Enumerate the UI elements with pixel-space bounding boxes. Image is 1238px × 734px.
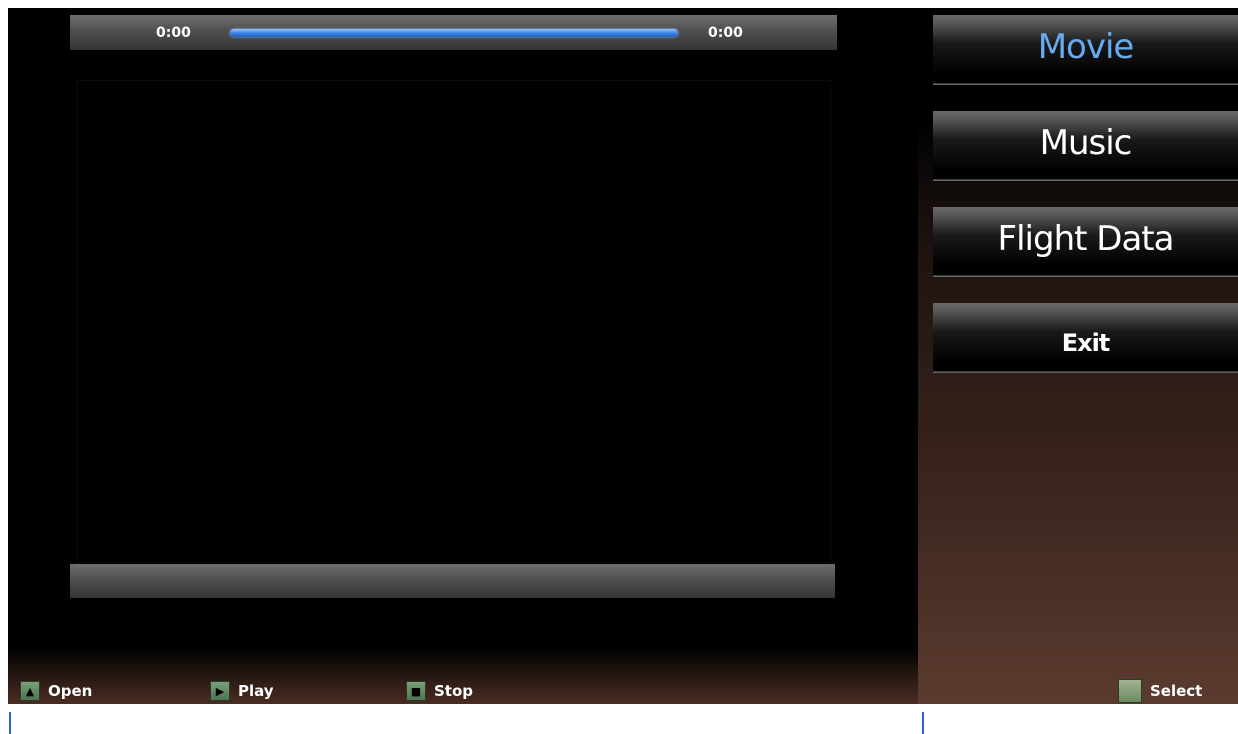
stop-icon: ■ [406,681,426,701]
menu-label-movie: Movie [1037,27,1135,67]
play-hint[interactable]: ▶ Play [210,678,274,704]
transport-bar: 0:00 0:00 [70,15,837,50]
triangle-up-icon: ▲ [20,681,40,701]
menu-button-movie[interactable]: Movie [933,15,1238,85]
stop-label: Stop [434,682,474,700]
play-icon: ▶ [210,681,230,701]
elapsed-time: 0:00 [156,25,191,41]
play-label: Play [238,682,274,700]
select-hint[interactable]: Select [1118,678,1202,704]
menu-button-flight-data[interactable]: Flight Data [933,207,1238,277]
menu-label-music: Music [1039,123,1133,163]
menu-button-music[interactable]: Music [933,111,1238,181]
open-hint[interactable]: ▲ Open [20,678,92,704]
stop-hint[interactable]: ■ Stop [406,678,473,704]
open-label: Open [48,682,93,700]
divider-mark-right [922,712,924,734]
menu-label-exit: Exit [1061,329,1111,357]
status-bar [70,564,835,598]
menu-button-exit[interactable]: Exit [933,303,1238,373]
square-button-icon [1118,679,1142,703]
menu-label-flight-data: Flight Data [997,219,1175,259]
total-time: 0:00 [708,25,743,41]
video-display[interactable] [76,80,831,563]
select-label: Select [1150,682,1203,700]
progress-bar[interactable] [230,29,678,37]
divider-mark-left [9,712,11,734]
